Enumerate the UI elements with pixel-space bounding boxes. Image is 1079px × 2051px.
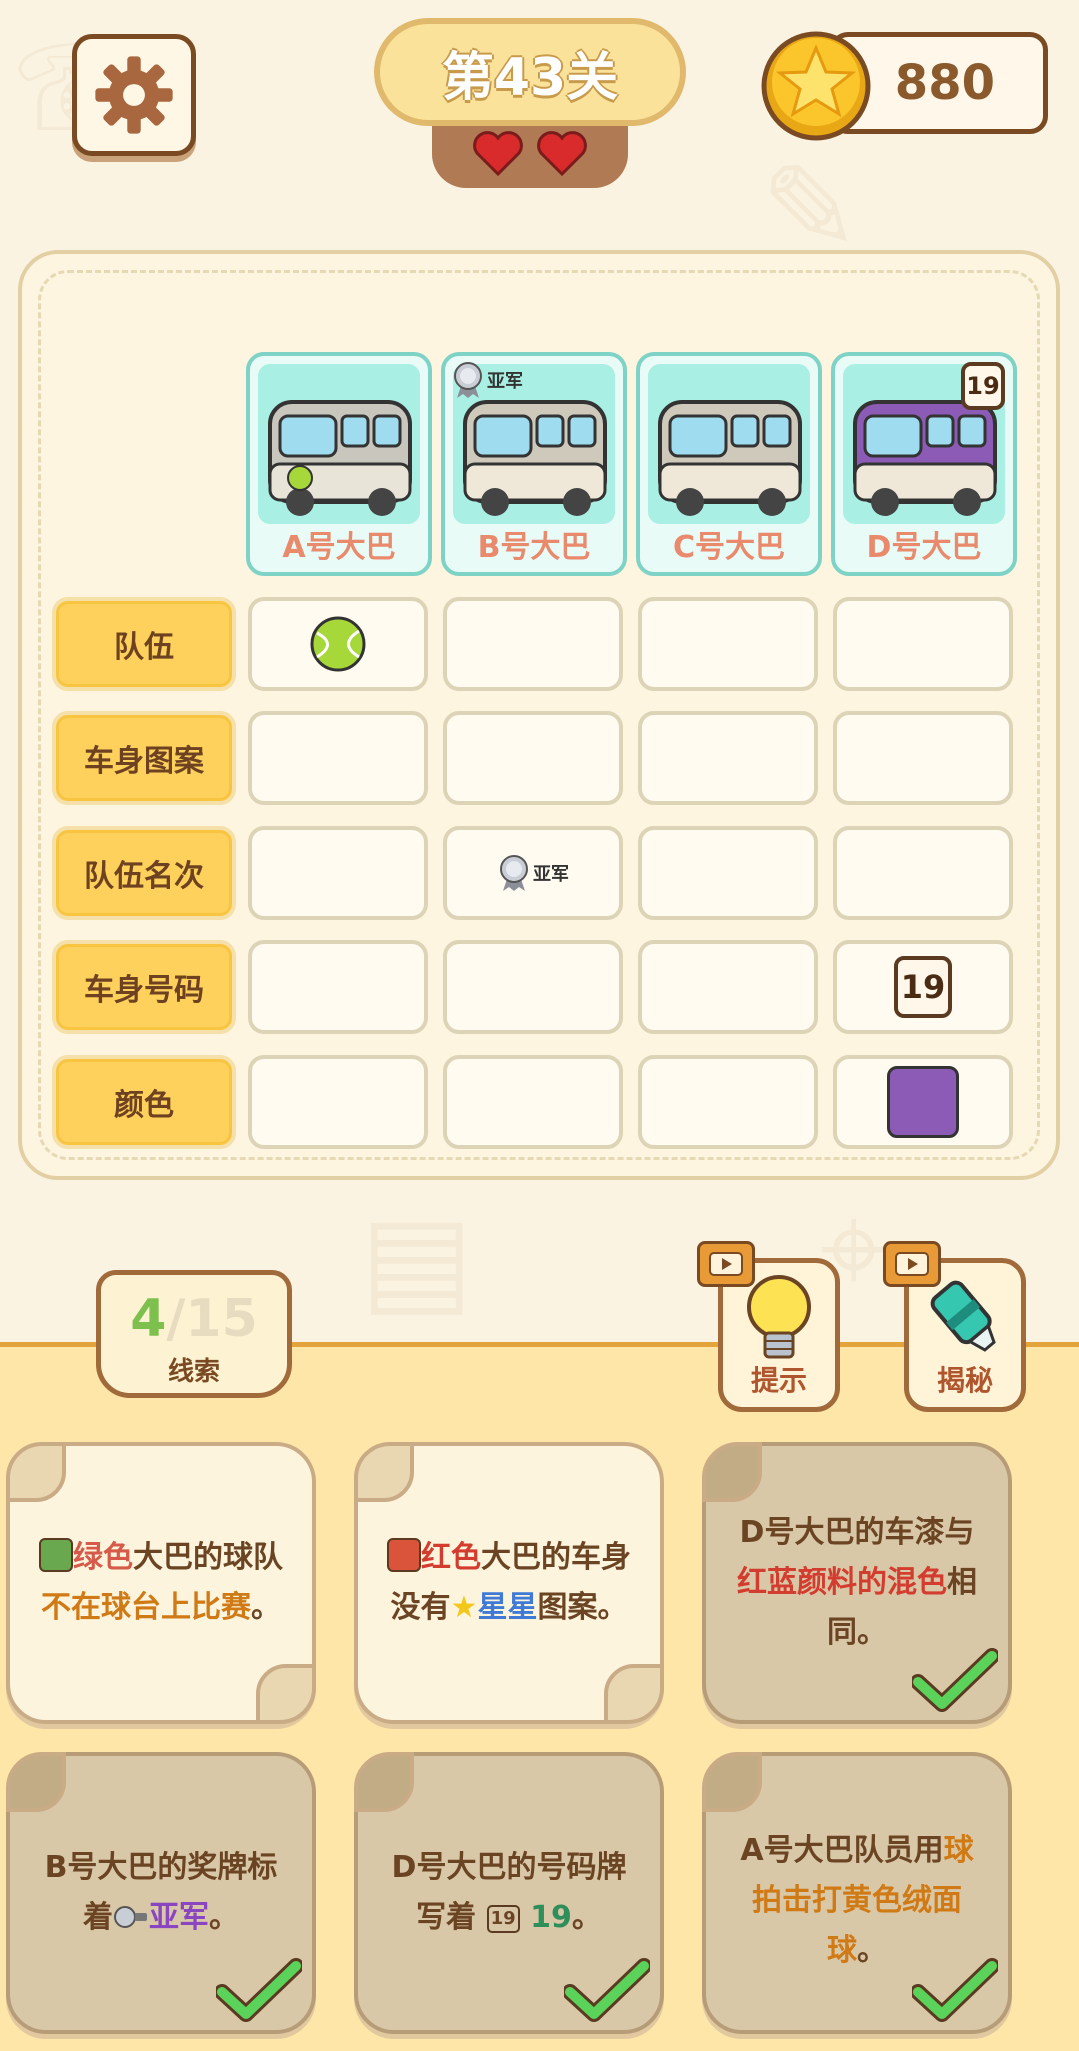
- row-label-number: 车身号码: [52, 940, 236, 1034]
- bus-card-b[interactable]: 亚军 B号大巴: [441, 352, 627, 576]
- bus-icon: [268, 400, 412, 516]
- grid-cell-pattern-a[interactable]: [248, 711, 428, 805]
- grid-cell-rank-b[interactable]: 亚军: [443, 826, 623, 920]
- clue-card-3[interactable]: D号大巴的车漆与 红蓝颜料的混色相 同。: [702, 1442, 1012, 1724]
- hint-button[interactable]: 提示: [697, 1241, 840, 1412]
- grid-cell-color-a[interactable]: [248, 1055, 428, 1149]
- number-badge-icon: 19: [486, 1905, 520, 1933]
- row-label-team: 队伍: [52, 597, 236, 691]
- grid-cell-color-d[interactable]: [833, 1055, 1013, 1149]
- grid-cell-color-b[interactable]: [443, 1055, 623, 1149]
- grid-cell-number-b[interactable]: [443, 940, 623, 1034]
- heart-icon: [473, 131, 523, 176]
- clue-card-2[interactable]: 红色大巴的车身 没有★星星图案。: [354, 1442, 664, 1724]
- grid-cell-pattern-c[interactable]: [638, 711, 818, 805]
- clue-counter: 4/15 线索: [96, 1270, 292, 1398]
- star-icon: ★: [450, 1590, 478, 1625]
- checkmark-icon: [912, 1648, 998, 1712]
- grid-cell-number-d[interactable]: 19: [833, 940, 1013, 1034]
- lives-indicator: [432, 118, 628, 188]
- clue-card-4[interactable]: B号大巴的奖牌标着亚军。: [6, 1752, 316, 2034]
- grid-cell-team-a[interactable]: [248, 597, 428, 691]
- clue-counter-label: 线索: [167, 1357, 220, 1387]
- row-label-rank: 队伍名次: [52, 826, 236, 920]
- green-square-icon: [39, 1538, 73, 1572]
- row-label-pattern: 车身图案: [52, 711, 236, 805]
- grid-cell-pattern-b[interactable]: [443, 711, 623, 805]
- grid-cell-team-d[interactable]: [833, 597, 1013, 691]
- bus-icon: [658, 400, 802, 516]
- background-decoration: ▤: [360, 1190, 474, 1329]
- clue-card-6[interactable]: A号大巴队员用球 拍击打黄色绒面 球。: [702, 1752, 1012, 2034]
- reveal-button[interactable]: 揭秘: [883, 1241, 1026, 1412]
- purple-color-swatch: [887, 1066, 959, 1138]
- level-title: 第43关: [374, 18, 686, 126]
- highlighter-icon: [930, 1280, 996, 1352]
- clue-text: 绿色大巴的球队 不在球台上比赛。: [39, 1538, 283, 1625]
- medal-text: 亚军: [487, 371, 523, 392]
- settings-button[interactable]: [72, 34, 196, 156]
- heart-icon: [537, 131, 587, 176]
- bus-card-c[interactable]: C号大巴: [636, 352, 822, 576]
- bus-card-a[interactable]: A号大巴: [246, 352, 432, 576]
- bus-b-medal: 亚军: [451, 360, 523, 400]
- bus-label-a: A号大巴: [282, 530, 396, 565]
- red-square-icon: [387, 1538, 421, 1572]
- grid-cell-team-c[interactable]: [638, 597, 818, 691]
- bus-label-d: D号大巴: [866, 530, 982, 565]
- checkmark-icon: [912, 1958, 998, 2022]
- bus-d-number-badge: 19: [961, 362, 1005, 410]
- grid-cell-team-b[interactable]: [443, 597, 623, 691]
- hint-label: 提示: [750, 1364, 807, 1397]
- grid-cell-rank-c[interactable]: [638, 826, 818, 920]
- grid-cell-color-c[interactable]: [638, 1055, 818, 1149]
- bus-image-c: [648, 364, 810, 524]
- gear-icon: [95, 56, 173, 134]
- coin-star-icon: [761, 31, 871, 141]
- silver-medal-icon: [114, 1906, 147, 1928]
- grid-cell-rank-d[interactable]: [833, 826, 1013, 920]
- silver-medal-icon: [500, 855, 528, 891]
- silver-medal-icon: [454, 362, 482, 398]
- grid-cell-rank-a[interactable]: [248, 826, 428, 920]
- checkmark-icon: [216, 1958, 302, 2022]
- rank-medal: 亚军: [497, 852, 569, 894]
- checkmark-icon: [564, 1958, 650, 2022]
- rank-text: 亚军: [533, 864, 569, 885]
- lightbulb-icon: [747, 1275, 811, 1359]
- bus-label-b: B号大巴: [477, 530, 591, 565]
- number-badge: 19: [894, 956, 952, 1018]
- clue-card-5[interactable]: D号大巴的号码牌 写着 19 19。: [354, 1752, 664, 2034]
- clue-card-1[interactable]: 绿色大巴的球队 不在球台上比赛。: [6, 1442, 316, 1724]
- reveal-label: 揭秘: [936, 1364, 993, 1397]
- bus-image-a: [258, 364, 420, 524]
- grid-cell-number-a[interactable]: [248, 940, 428, 1034]
- clue-text: 红色大巴的车身 没有★星星图案。: [376, 1446, 642, 1720]
- bus-label-c: C号大巴: [672, 530, 786, 565]
- clue-progress: 4/15: [130, 1289, 258, 1349]
- grid-cell-pattern-d[interactable]: [833, 711, 1013, 805]
- tennis-ball-icon: [310, 616, 366, 672]
- grid-cell-number-c[interactable]: [638, 940, 818, 1034]
- row-label-color: 颜色: [52, 1055, 236, 1149]
- bus-card-d[interactable]: 19 D号大巴: [831, 352, 1017, 576]
- coin-count: 880: [894, 55, 995, 111]
